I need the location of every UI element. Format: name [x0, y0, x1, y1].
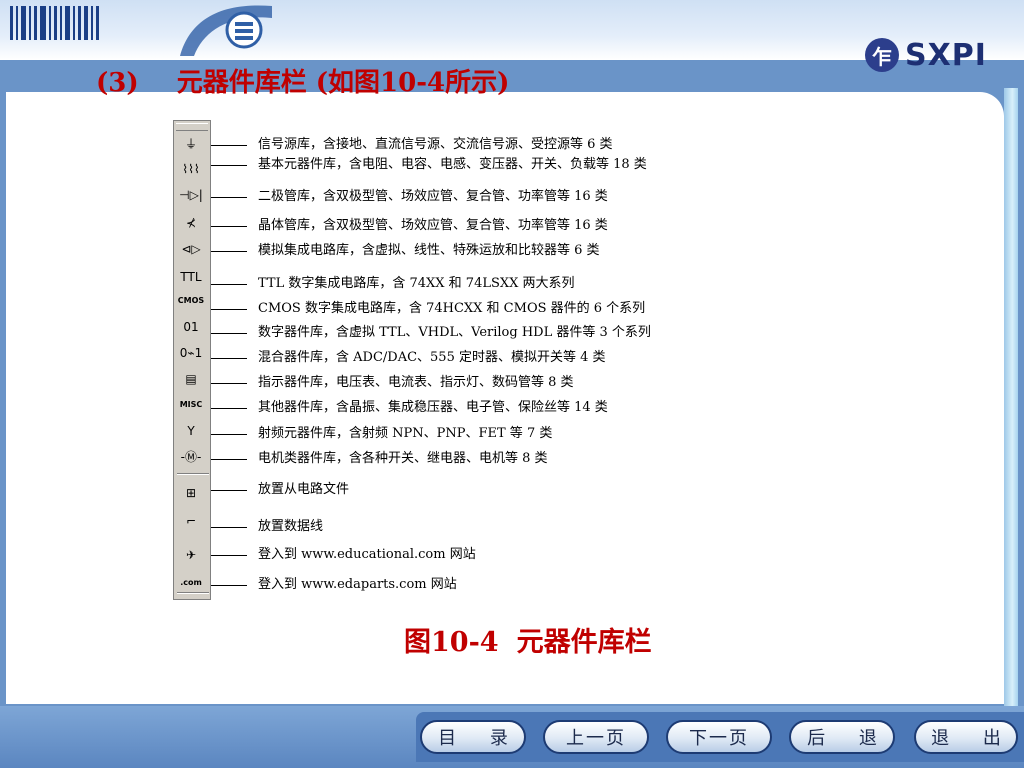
leader-line: [211, 358, 247, 359]
leader-line: [211, 585, 247, 586]
toolbar-bottom-edge: [177, 592, 209, 594]
slide-title: (3) 元器件库栏 (如图10-4所示): [96, 62, 509, 99]
library-description: 二极管库，含双极型管、场效应管、复合管、功率管等 16 类: [258, 189, 608, 204]
sxpi-logo: 乍 SXPI: [865, 37, 1013, 73]
ground-source-icon[interactable]: ⏚: [177, 135, 205, 153]
leader-line: [211, 333, 247, 334]
library-description: CMOS 数字集成电路库，含 74HCXX 和 CMOS 器件的 6 个系列: [258, 301, 646, 316]
library-description: 射频元器件库，含射频 NPN、PNP、FET 等 7 类: [258, 426, 553, 441]
leader-line: [211, 408, 247, 409]
slide-content-panel: [6, 92, 1004, 704]
figure-caption-number: 图10-4: [404, 627, 499, 658]
leader-line: [211, 459, 247, 460]
toolbar-separator: [177, 473, 209, 475]
leader-line: [211, 145, 247, 146]
header-swoosh-icon: [180, 5, 272, 56]
motor-icon[interactable]: -Ⓜ-: [177, 448, 205, 466]
logo-text: SXPI: [905, 37, 987, 73]
library-description: 指示器件库，电压表、电流表、指示灯、数码管等 8 类: [258, 375, 574, 390]
library-description: 登入到 www.edaparts.com 网站: [258, 577, 457, 592]
diode-icon[interactable]: ⊣▷|: [177, 186, 205, 204]
contents-button[interactable]: 目 录: [420, 720, 526, 754]
leader-line: [211, 555, 247, 556]
back-button[interactable]: 后 退: [789, 720, 895, 754]
library-description: 基本元器件库，含电阻、电容、电感、变压器、开关、负载等 18 类: [258, 157, 647, 172]
edaparts-web-icon[interactable]: .com: [177, 574, 205, 592]
library-description: 放置从电路文件: [258, 482, 350, 497]
library-description: TTL 数字集成电路库，含 74XX 和 74LSXX 两大系列: [258, 276, 575, 291]
next-page-button[interactable]: 下一页: [666, 720, 772, 754]
exit-button[interactable]: 退 出: [914, 720, 1018, 754]
library-description: 放置数据线: [258, 519, 324, 534]
resistor-icon[interactable]: ⌇⌇⌇: [177, 160, 205, 178]
library-description: 数字器件库，含虚拟 TTL、VHDL、Verilog HDL 器件等 3 个系列: [258, 325, 651, 340]
misc-icon[interactable]: MISC: [177, 396, 205, 414]
slide-title-text: 元器件库栏 (如图10-4所示): [176, 68, 510, 98]
library-description: 混合器件库，含 ADC/DAC、555 定时器、模拟开关等 4 类: [258, 350, 606, 365]
leader-line: [211, 434, 247, 435]
library-description: 登入到 www.educational.com 网站: [258, 547, 476, 562]
library-description: 信号源库，含接地、直流信号源、交流信号源、受控源等 6 类: [258, 137, 613, 152]
opamp-icon[interactable]: ⊲▷: [177, 240, 205, 258]
educational-web-icon[interactable]: ✈: [177, 546, 205, 564]
place-subcircuit-icon[interactable]: ⊞: [177, 484, 205, 502]
library-description: 电机类器件库，含各种开关、继电器、电机等 8 类: [258, 451, 548, 466]
logo-badge-icon: 乍: [865, 38, 899, 72]
leader-line: [211, 527, 247, 528]
antenna-icon[interactable]: Y: [177, 422, 205, 440]
figure-caption: 图10-4 元器件库栏: [404, 620, 652, 659]
place-bus-icon[interactable]: ⌐: [177, 512, 205, 530]
ttl-gate-icon[interactable]: TTL: [177, 268, 205, 286]
leader-line: [211, 251, 247, 252]
digital-device-icon[interactable]: 01: [177, 318, 205, 336]
transistor-icon[interactable]: ⊀: [177, 214, 205, 232]
figure-caption-text: 元器件库栏: [516, 627, 652, 658]
library-description: 模拟集成电路库，含虚拟、线性、特殊运放和比较器等 6 类: [258, 243, 600, 258]
slide-title-number: (3): [96, 68, 139, 98]
toolbar-grip[interactable]: [176, 123, 208, 131]
library-description: 其他器件库，含晶振、集成稳压器、电子管、保险丝等 14 类: [258, 400, 608, 415]
barcode-decoration: [10, 6, 99, 40]
prev-page-button[interactable]: 上一页: [543, 720, 649, 754]
library-description: 晶体管库，含双极型管、场效应管、复合管、功率管等 16 类: [258, 218, 608, 233]
leader-line: [211, 226, 247, 227]
right-decor-stripe: [1004, 88, 1018, 708]
cmos-gate-icon[interactable]: CMOS: [177, 292, 205, 310]
leader-line: [211, 165, 247, 166]
mixed-device-icon[interactable]: 0⌁1: [177, 344, 205, 362]
leader-line: [211, 197, 247, 198]
leader-line: [211, 309, 247, 310]
leader-line: [211, 490, 247, 491]
indicator-icon[interactable]: ▤: [177, 370, 205, 388]
leader-line: [211, 284, 247, 285]
leader-line: [211, 383, 247, 384]
